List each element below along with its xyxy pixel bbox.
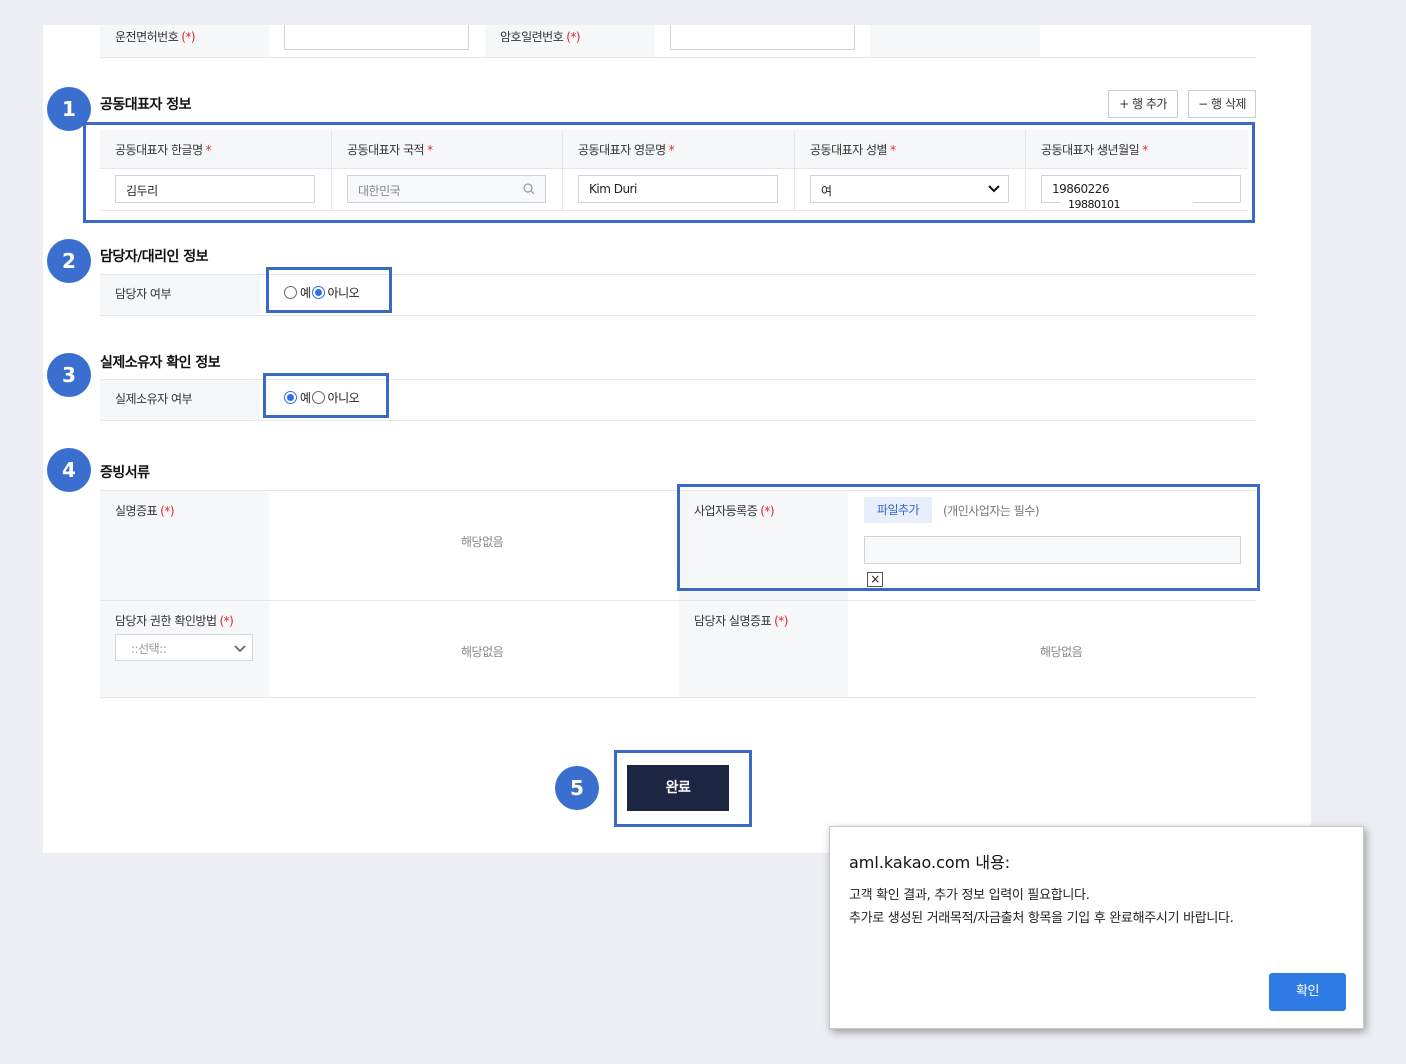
step-badge-3: 3	[47, 353, 91, 397]
serial-number-label-text: 암호일련번호	[500, 30, 564, 44]
authority-method-placeholder: ::선택::	[131, 642, 167, 656]
step-badge-5: 5	[555, 766, 599, 810]
license-number-input[interactable]	[284, 25, 469, 50]
beneficial-owner-title: 실제소유자 확인 정보	[100, 355, 221, 371]
manager-agent-title: 담당자/대리인 정보	[100, 249, 209, 265]
highlight-box-3	[263, 373, 389, 418]
highlight-box-4	[677, 484, 1260, 591]
required-mark: (*)	[774, 614, 788, 628]
serial-number-label: 암호일련번호 (*)	[500, 28, 581, 45]
co-representative-title: 공동대표자 정보	[100, 97, 192, 113]
license-number-label: 운전면허번호 (*)	[115, 28, 196, 45]
chevron-down-icon	[234, 645, 246, 653]
dialog-message-line2: 추가로 생성된 거래목적/자금출처 항목을 기입 후 완료해주시기 바랍니다.	[849, 911, 1234, 926]
real-name-cert-na: 해당없음	[461, 535, 504, 549]
authority-method-select[interactable]: ::선택::	[115, 634, 253, 661]
alert-dialog: aml.kakao.com 내용: 고객 확인 결과, 추가 정보 입력이 필요…	[829, 826, 1364, 1029]
manager-yn-label: 담당자 여부	[115, 287, 172, 301]
divider	[100, 420, 1256, 421]
license-number-label-text: 운전면허번호	[115, 30, 179, 44]
highlight-box-1	[83, 122, 1255, 223]
divider	[100, 697, 1256, 698]
required-mark: (*)	[219, 614, 234, 628]
step-badge-2: 2	[47, 239, 91, 283]
authority-method-text: 담당자 권한 확인방법	[115, 614, 217, 628]
real-name-cert-label: 실명증표 (*)	[115, 502, 175, 519]
dialog-ok-button[interactable]: 확인	[1269, 973, 1346, 1011]
dialog-message-line1: 고객 확인 결과, 추가 정보 입력이 필요합니다.	[849, 888, 1090, 903]
step-badge-4: 4	[47, 448, 91, 492]
divider	[100, 600, 1256, 601]
authority-method-label: 담당자 권한 확인방법 (*)	[115, 612, 234, 629]
manager-cert-text: 담당자 실명증표	[694, 614, 772, 628]
manager-cert-na: 해당없음	[1040, 645, 1083, 659]
required-mark: (*)	[160, 504, 175, 518]
top-row-end-cell	[870, 25, 1040, 57]
beneficial-owner-yn-label: 실제소유자 여부	[115, 392, 193, 406]
highlight-box-2	[266, 267, 392, 313]
documents-title: 증빙서류	[100, 465, 150, 481]
manager-cert-label: 담당자 실명증표 (*)	[694, 612, 788, 629]
authority-method-na: 해당없음	[461, 645, 504, 659]
dialog-title: aml.kakao.com 내용:	[849, 853, 1011, 872]
required-mark: (*)	[181, 30, 196, 44]
add-row-button[interactable]: + 행 추가	[1108, 90, 1178, 118]
divider	[100, 315, 1256, 316]
delete-row-button[interactable]: − 행 삭제	[1188, 90, 1256, 118]
serial-number-input[interactable]	[670, 25, 855, 50]
highlight-box-5	[614, 750, 752, 827]
required-mark: (*)	[566, 30, 581, 44]
divider	[100, 57, 1256, 58]
real-name-cert-text: 실명증표	[115, 504, 158, 518]
